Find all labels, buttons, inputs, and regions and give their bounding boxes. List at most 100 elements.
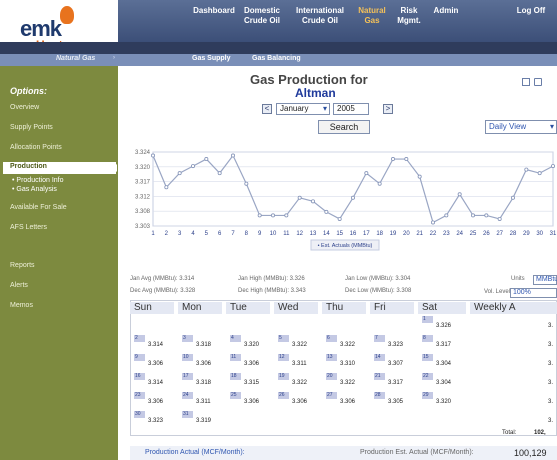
- calendar-date[interactable]: 13: [326, 354, 337, 361]
- sidebar-item-available-for-sale[interactable]: Available For Sale: [10, 204, 67, 211]
- x-tick-label: 29: [523, 231, 530, 237]
- dec-avg: Dec Avg (MMBtu): 3.328: [130, 288, 196, 294]
- sidebar-item-allocation-points[interactable]: Allocation Points: [10, 144, 62, 151]
- calendar-date[interactable]: 27: [326, 392, 337, 399]
- calendar-date[interactable]: 1: [422, 316, 433, 323]
- sidebar-item-production[interactable]: Production: [3, 162, 116, 174]
- calendar-date[interactable]: 9: [134, 354, 145, 361]
- x-tick-label: 20: [403, 231, 410, 237]
- calendar-date[interactable]: 7: [374, 335, 385, 342]
- dec-low: Dec Low (MMBtu): 3.308: [345, 288, 412, 294]
- sidebar-item-memos[interactable]: Memos: [10, 302, 33, 309]
- data-point: [244, 181, 249, 186]
- y-tick-label: 3.317: [135, 180, 151, 186]
- calendar-date[interactable]: 21: [374, 373, 385, 380]
- data-point: [377, 181, 382, 186]
- nav-natural-gas[interactable]: Natural Gas: [356, 6, 388, 26]
- calendar-date[interactable]: 6: [326, 335, 337, 342]
- units-select[interactable]: MMBtu: [533, 275, 557, 285]
- calendar-value: 3.306: [148, 361, 164, 367]
- calendar-date[interactable]: 19: [278, 373, 289, 380]
- y-tick-label: 3.320: [135, 165, 151, 171]
- nav-international-crude[interactable]: International Crude Oil: [290, 6, 350, 26]
- calendar-date[interactable]: 16: [134, 373, 145, 380]
- prev-month-button[interactable]: <: [262, 104, 272, 114]
- data-point: [510, 195, 515, 200]
- calendar-date[interactable]: 30: [134, 411, 145, 418]
- calendar-value: 3.320: [436, 399, 452, 405]
- data-point: [204, 157, 209, 162]
- search-button[interactable]: Search: [318, 120, 370, 134]
- sidebar-item-alerts[interactable]: Alerts: [10, 282, 28, 289]
- day-header: Thu: [322, 302, 366, 314]
- jan-avg: Jan Avg (MMBtu): 3.314: [130, 276, 195, 282]
- data-point: [550, 164, 555, 169]
- x-tick-label: 14: [323, 231, 330, 237]
- print-icon[interactable]: [522, 78, 530, 86]
- calendar-date[interactable]: 22: [422, 373, 433, 380]
- total-value: 102,: [534, 430, 546, 436]
- calendar-date[interactable]: 24: [182, 392, 193, 399]
- calendar-date[interactable]: 31: [182, 411, 193, 418]
- view-select[interactable]: Daily View ▾: [485, 120, 557, 134]
- day-header: Tue: [226, 302, 270, 314]
- chevron-right-icon: ›: [113, 55, 115, 61]
- sidebar-item-afs-letters[interactable]: AFS Letters: [10, 224, 47, 231]
- export-icon[interactable]: [534, 78, 542, 86]
- calendar-date[interactable]: 8: [422, 335, 433, 342]
- calendar-date[interactable]: 4: [230, 335, 241, 342]
- sub-nav: Natural Gas › Gas Supply Gas Balancing: [0, 54, 557, 66]
- data-point: [350, 195, 355, 200]
- subnav-section[interactable]: Natural Gas: [56, 55, 95, 62]
- sidebar-item-reports[interactable]: Reports: [10, 262, 35, 269]
- calendar-date[interactable]: 2: [134, 335, 145, 342]
- next-month-button[interactable]: >: [383, 104, 393, 114]
- sidebar-item-production-info[interactable]: • Production Info: [12, 177, 64, 184]
- calendar-value: 3.317: [436, 342, 452, 348]
- calendar-date[interactable]: 10: [182, 354, 193, 361]
- calendar-date[interactable]: 3: [182, 335, 193, 342]
- nav-admin[interactable]: Admin: [430, 6, 462, 16]
- x-tick-label: 10: [270, 231, 277, 237]
- legend-label: • Est. Actuals (MMBtu): [318, 243, 373, 249]
- calendar-date[interactable]: 15: [422, 354, 433, 361]
- calendar-date[interactable]: 28: [374, 392, 385, 399]
- data-point: [284, 213, 289, 218]
- x-tick-label: 5: [205, 231, 209, 237]
- nav-risk-mgmt[interactable]: Risk Mgmt.: [394, 6, 424, 26]
- x-tick-label: 15: [336, 231, 343, 237]
- calendar-date[interactable]: 17: [182, 373, 193, 380]
- data-point: [337, 216, 342, 221]
- x-tick-label: 22: [430, 231, 437, 237]
- calendar-date[interactable]: 11: [230, 354, 241, 361]
- calendar-date[interactable]: 25: [230, 392, 241, 399]
- flame-icon: [60, 6, 74, 24]
- calendar-date[interactable]: 5: [278, 335, 289, 342]
- calendar-value: 3.315: [244, 380, 260, 386]
- x-tick-label: 27: [496, 231, 503, 237]
- month-select[interactable]: January ▾: [276, 103, 330, 115]
- nav-domestic-crude[interactable]: Domestic Crude Oil: [240, 6, 284, 26]
- calendar-value: 3.323: [388, 342, 404, 348]
- calendar-date[interactable]: 29: [422, 392, 433, 399]
- sidebar-item-supply-points[interactable]: Supply Points: [10, 124, 53, 131]
- calendar-date[interactable]: 26: [278, 392, 289, 399]
- subnav-gas-balancing[interactable]: Gas Balancing: [252, 55, 301, 62]
- nav-log-off[interactable]: Log Off: [511, 6, 551, 16]
- vol-level-select[interactable]: 100%: [510, 288, 557, 298]
- data-point: [390, 157, 395, 162]
- subnav-gas-supply[interactable]: Gas Supply: [192, 55, 231, 62]
- year-input[interactable]: 2005: [333, 103, 369, 115]
- calendar-date[interactable]: 12: [278, 354, 289, 361]
- nav-dashboard[interactable]: Dashboard: [192, 6, 236, 16]
- calendar-date[interactable]: 20: [326, 373, 337, 380]
- calendar-date[interactable]: 18: [230, 373, 241, 380]
- data-point: [257, 213, 262, 218]
- data-point: [191, 164, 196, 169]
- accent-bar: [0, 42, 557, 54]
- sidebar-item-gas-analysis[interactable]: • Gas Analysis: [12, 186, 57, 193]
- calendar-date[interactable]: 23: [134, 392, 145, 399]
- calendar-date[interactable]: 14: [374, 354, 385, 361]
- sidebar-item-overview[interactable]: Overview: [10, 104, 39, 111]
- calendar-value: 3.304: [436, 380, 452, 386]
